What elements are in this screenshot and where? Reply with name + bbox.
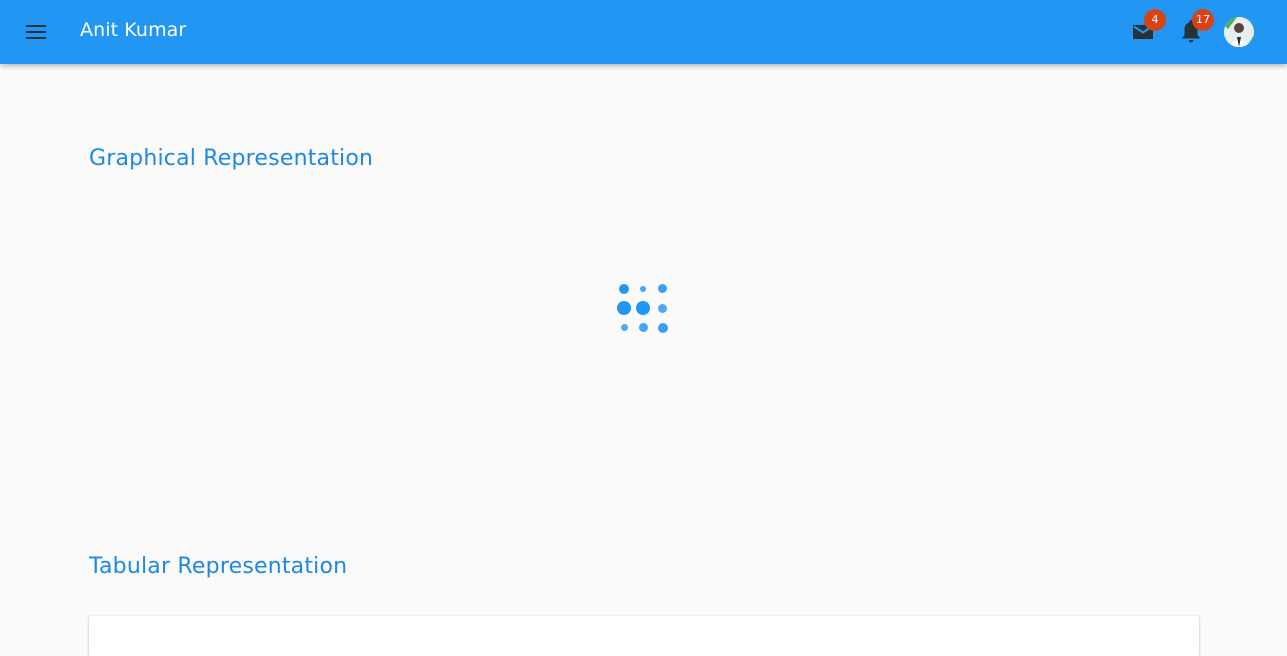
- spinner-dot: [617, 301, 631, 315]
- mail-count-badge: 4: [1144, 9, 1166, 31]
- top-app-bar: Anit Kumar 4 17: [0, 0, 1287, 64]
- spinner-dot: [640, 286, 646, 292]
- menu-icon: [26, 25, 46, 39]
- spinner-dot: [639, 323, 648, 332]
- spinner-dot: [658, 304, 667, 313]
- data-table-card: [89, 616, 1199, 656]
- spinner-dot: [619, 284, 629, 294]
- graphical-representation-title: Graphical Representation: [89, 146, 374, 171]
- spinner-dot: [636, 301, 650, 315]
- spinner-dot: [621, 324, 628, 331]
- spinner-dot: [658, 323, 668, 333]
- menu-button[interactable]: [20, 20, 52, 44]
- loading-spinner: [610, 278, 676, 338]
- spinner-dot: [658, 284, 667, 293]
- app-title: Anit Kumar: [80, 19, 187, 41]
- notifications-count-badge: 17: [1192, 9, 1214, 31]
- avatar-image: [1224, 17, 1254, 47]
- user-avatar[interactable]: [1224, 17, 1254, 47]
- tabular-representation-title: Tabular Representation: [89, 554, 348, 579]
